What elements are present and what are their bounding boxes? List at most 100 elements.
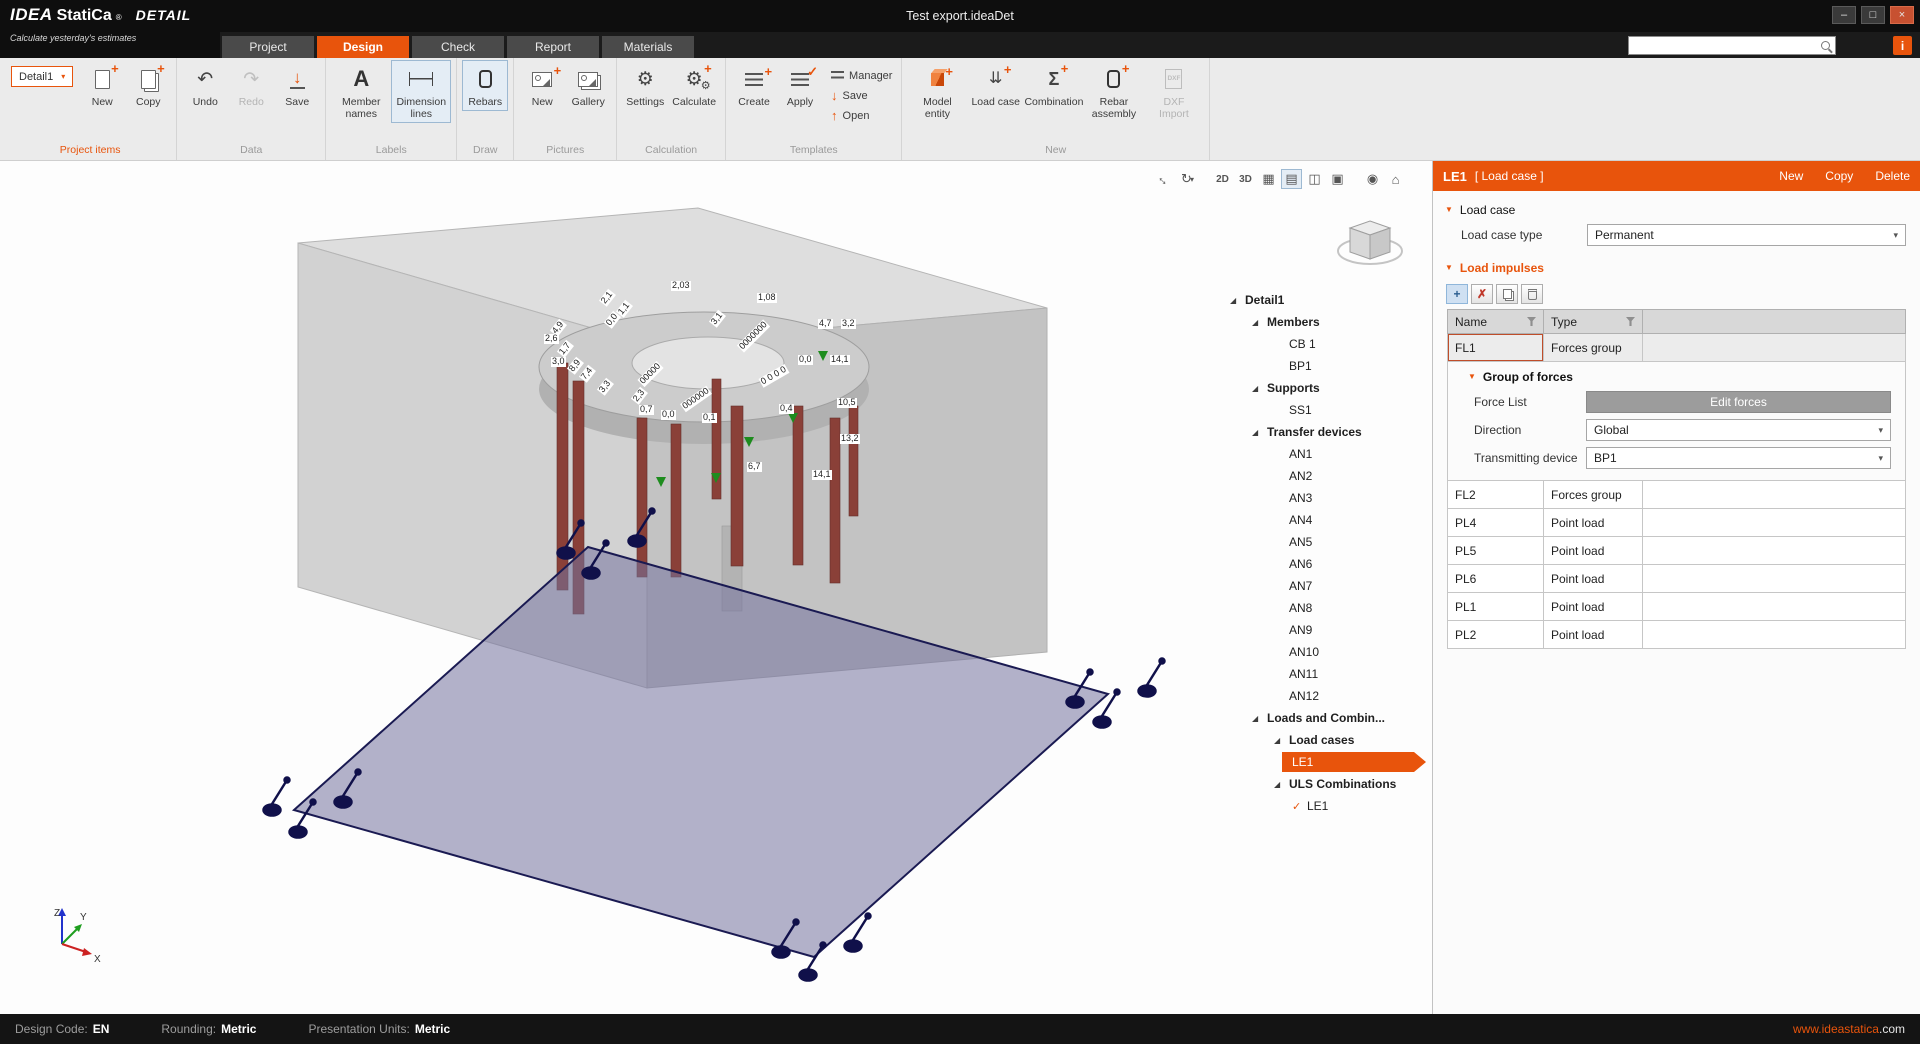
tree-item-le1-selected[interactable]: LE1: [1226, 751, 1432, 773]
filter-icon[interactable]: [1527, 317, 1536, 326]
save-button[interactable]: ↓ Save: [274, 60, 320, 111]
template-open-button[interactable]: ↑Open: [827, 106, 896, 125]
tree-item-load-cases[interactable]: ◢Load cases: [1226, 729, 1432, 751]
gallery-button[interactable]: Gallery: [565, 60, 611, 111]
table-row-pl2[interactable]: PL2 Point load: [1447, 621, 1906, 649]
view-section-icon[interactable]: ◫: [1304, 169, 1325, 189]
tree-item-loads[interactable]: ◢Loads and Combin...: [1226, 707, 1432, 729]
transmitting-device-select[interactable]: BP1 ▾: [1586, 447, 1891, 469]
tree-item[interactable]: AN11: [1226, 663, 1432, 685]
info-button[interactable]: i: [1893, 36, 1912, 55]
project-copy-button[interactable]: + Copy: [125, 60, 171, 111]
group-of-forces-header[interactable]: ▼ Group of forces: [1448, 362, 1905, 388]
table-row-pl5[interactable]: PL5 Point load: [1447, 537, 1906, 565]
search-box[interactable]: [1628, 36, 1836, 55]
picture-new-button[interactable]: + New: [519, 60, 565, 111]
view-solid-icon[interactable]: ▤: [1281, 169, 1302, 189]
tree-item[interactable]: AN4: [1226, 509, 1432, 531]
collapse-triangle-icon[interactable]: ▼: [1445, 264, 1453, 272]
tab-materials[interactable]: Materials: [602, 36, 694, 58]
website-link[interactable]: www.ideastatica.com: [1793, 1022, 1905, 1036]
template-save-button[interactable]: ↓Save: [827, 86, 896, 105]
collapse-triangle-icon[interactable]: ▼: [1445, 206, 1453, 214]
project-new-button[interactable]: + New: [79, 60, 125, 111]
table-row-pl1[interactable]: PL1 Point load: [1447, 593, 1906, 621]
model-entity-button[interactable]: + Model entity: [907, 60, 967, 123]
expand-icon[interactable]: ◢: [1230, 296, 1245, 305]
tree-item-uls-combinations[interactable]: ◢ULS Combinations: [1226, 773, 1432, 795]
tree-item[interactable]: CB 1: [1226, 333, 1432, 355]
member-names-button[interactable]: A Member names: [331, 60, 391, 123]
delete-impulse-button[interactable]: ✗: [1471, 284, 1493, 304]
template-apply-button[interactable]: ✓ Apply: [777, 60, 823, 111]
delete-load-case-button[interactable]: Delete: [1875, 169, 1910, 183]
tree-item[interactable]: AN2: [1226, 465, 1432, 487]
load-case-section-header[interactable]: ▼ Load case: [1433, 191, 1920, 221]
trash-impulse-button[interactable]: [1521, 284, 1543, 304]
maximize-button[interactable]: □: [1861, 6, 1885, 24]
settings-button[interactable]: ⚙ Settings: [622, 60, 668, 111]
tree-item-le1-checked[interactable]: ✓LE1: [1226, 795, 1432, 817]
table-row-fl1[interactable]: FL1 Forces group: [1447, 334, 1906, 362]
expand-icon[interactable]: ◢: [1274, 736, 1289, 745]
calculate-button[interactable]: ⚙+ Calculate: [668, 60, 720, 111]
search-input[interactable]: [1634, 40, 1821, 52]
direction-select[interactable]: Global ▾: [1586, 419, 1891, 441]
tree-item[interactable]: AN6: [1226, 553, 1432, 575]
detail-selector[interactable]: Detail1▾: [11, 66, 73, 87]
tree-item[interactable]: AN12: [1226, 685, 1432, 707]
tree-item-members[interactable]: ◢Members: [1226, 311, 1432, 333]
load-impulses-section-header[interactable]: ▼ Load impulses: [1433, 249, 1920, 279]
undo-button[interactable]: ↶ Undo: [182, 60, 228, 111]
expand-icon[interactable]: ◢: [1252, 384, 1267, 393]
render-mode-icon[interactable]: ◉: [1362, 169, 1383, 189]
home-view-icon[interactable]: ⌂: [1385, 169, 1406, 189]
expand-icon[interactable]: ◢: [1252, 714, 1267, 723]
tree-item[interactable]: AN10: [1226, 641, 1432, 663]
close-button[interactable]: ×: [1890, 6, 1914, 24]
table-row-fl2[interactable]: FL2 Forces group: [1447, 481, 1906, 509]
tree-item[interactable]: AN8: [1226, 597, 1432, 619]
table-row-pl4[interactable]: PL4 Point load: [1447, 509, 1906, 537]
tree-item[interactable]: AN7: [1226, 575, 1432, 597]
view-mesh-icon[interactable]: ▦: [1258, 169, 1279, 189]
new-load-case-button[interactable]: New: [1779, 169, 1803, 183]
copy-impulse-button[interactable]: [1496, 284, 1518, 304]
tree-item-transfer-devices[interactable]: ◢Transfer devices: [1226, 421, 1432, 443]
load-case-type-select[interactable]: Permanent ▾: [1587, 224, 1906, 246]
add-impulse-button[interactable]: +: [1446, 284, 1468, 304]
rotate-view-icon[interactable]: ↻▾: [1177, 169, 1198, 189]
tree-item[interactable]: AN5: [1226, 531, 1432, 553]
tab-report[interactable]: Report: [507, 36, 599, 58]
minimize-button[interactable]: –: [1832, 6, 1856, 24]
table-row-pl6[interactable]: PL6 Point load: [1447, 565, 1906, 593]
tree-item[interactable]: SS1: [1226, 399, 1432, 421]
rebar-assembly-button[interactable]: + Rebar assembly: [1084, 60, 1144, 123]
collapse-triangle-icon[interactable]: ▼: [1468, 373, 1476, 381]
view-3d-button[interactable]: 3D: [1235, 169, 1256, 189]
template-manager-button[interactable]: Manager: [827, 66, 896, 85]
expand-icon[interactable]: ◢: [1252, 318, 1267, 327]
tab-project[interactable]: Project: [222, 36, 314, 58]
tree-item-supports[interactable]: ◢Supports: [1226, 377, 1432, 399]
copy-load-case-button[interactable]: Copy: [1825, 169, 1853, 183]
filter-icon[interactable]: [1626, 317, 1635, 326]
rebars-button[interactable]: Rebars: [462, 60, 508, 111]
dimension-lines-button[interactable]: Dimension lines: [391, 60, 451, 123]
expand-icon[interactable]: ◢: [1252, 428, 1267, 437]
expand-icon[interactable]: ◢: [1274, 780, 1289, 789]
tab-check[interactable]: Check: [412, 36, 504, 58]
model-viewport-3d[interactable]: 2,03 1,08 2,1 1,1 0,0 3,1 4,9 2,6 1,7 3,…: [0, 161, 1432, 1014]
tree-item-detail1[interactable]: ◢Detail1: [1226, 289, 1432, 311]
combination-button[interactable]: Σ+ Combination: [1024, 60, 1084, 111]
navigation-cube[interactable]: [1332, 209, 1408, 277]
view-cube-icon[interactable]: ▣: [1327, 169, 1348, 189]
tab-design[interactable]: Design: [317, 36, 409, 58]
tree-item[interactable]: AN1: [1226, 443, 1432, 465]
edit-forces-button[interactable]: Edit forces: [1586, 391, 1891, 413]
load-case-button[interactable]: ⇊+ Load case: [967, 60, 1023, 111]
tree-item[interactable]: BP1: [1226, 355, 1432, 377]
tree-item[interactable]: AN3: [1226, 487, 1432, 509]
view-2d-button[interactable]: 2D: [1212, 169, 1233, 189]
tree-item[interactable]: AN9: [1226, 619, 1432, 641]
